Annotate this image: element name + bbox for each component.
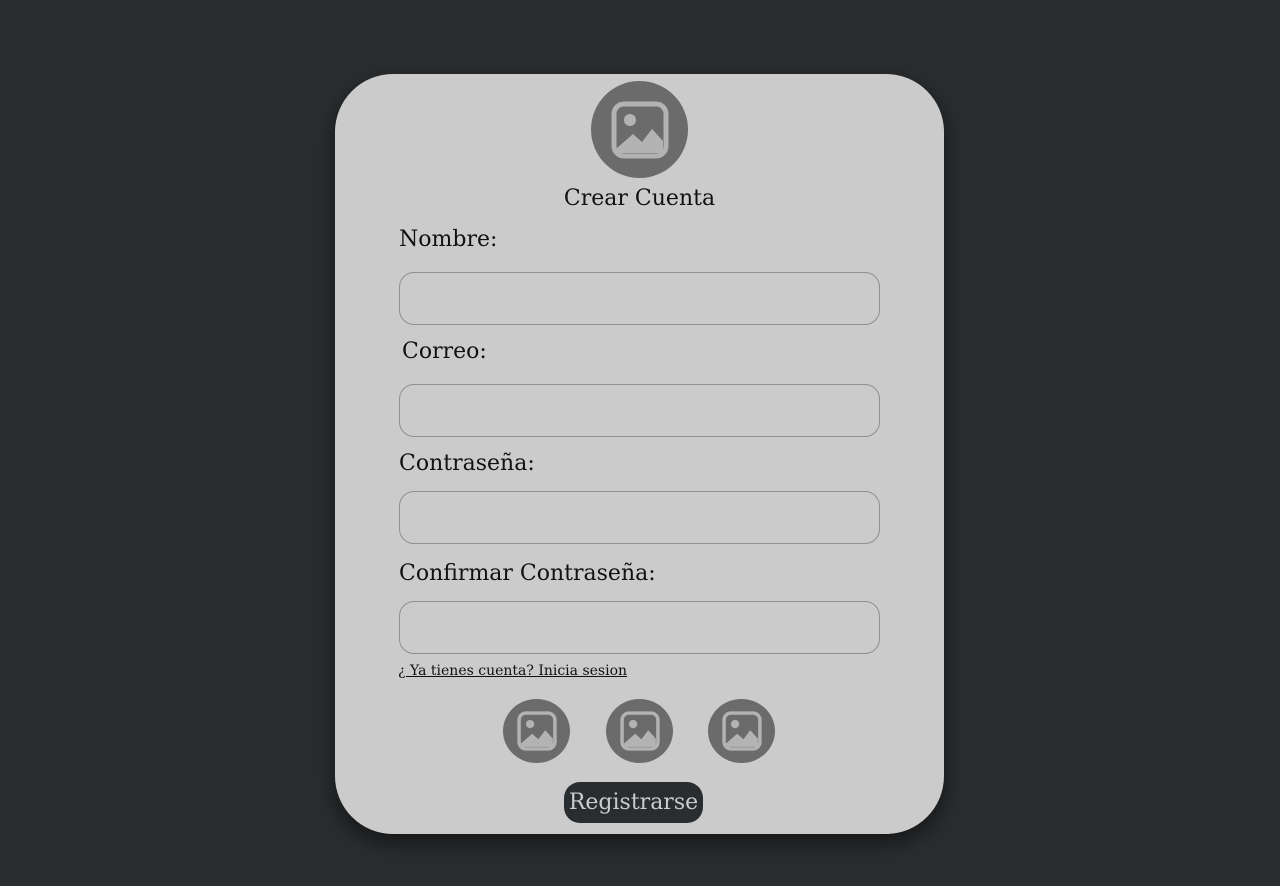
image-icon bbox=[611, 101, 668, 158]
social-login-button-3[interactable] bbox=[708, 699, 775, 763]
image-icon bbox=[721, 711, 762, 751]
register-button[interactable]: Registrarse bbox=[564, 782, 703, 823]
login-link[interactable]: ¿ Ya tienes cuenta? Inicia sesion bbox=[398, 663, 627, 679]
confirm-password-label: Confirmar Contraseña: bbox=[399, 561, 656, 586]
password-field[interactable] bbox=[399, 491, 880, 544]
register-card: Crear Cuenta Nombre: Correo: Contraseña:… bbox=[335, 74, 944, 834]
email-field[interactable] bbox=[399, 384, 880, 437]
name-label: Nombre: bbox=[399, 227, 498, 252]
social-login-button-1[interactable] bbox=[503, 699, 570, 763]
page-title: Crear Cuenta bbox=[563, 186, 716, 211]
confirm-password-field[interactable] bbox=[399, 601, 880, 654]
image-icon bbox=[516, 711, 557, 751]
email-label: Correo: bbox=[402, 339, 487, 364]
name-field[interactable] bbox=[399, 272, 880, 325]
password-label: Contraseña: bbox=[399, 451, 535, 476]
image-icon bbox=[619, 711, 660, 751]
avatar bbox=[591, 81, 688, 178]
social-login-button-2[interactable] bbox=[606, 699, 673, 763]
